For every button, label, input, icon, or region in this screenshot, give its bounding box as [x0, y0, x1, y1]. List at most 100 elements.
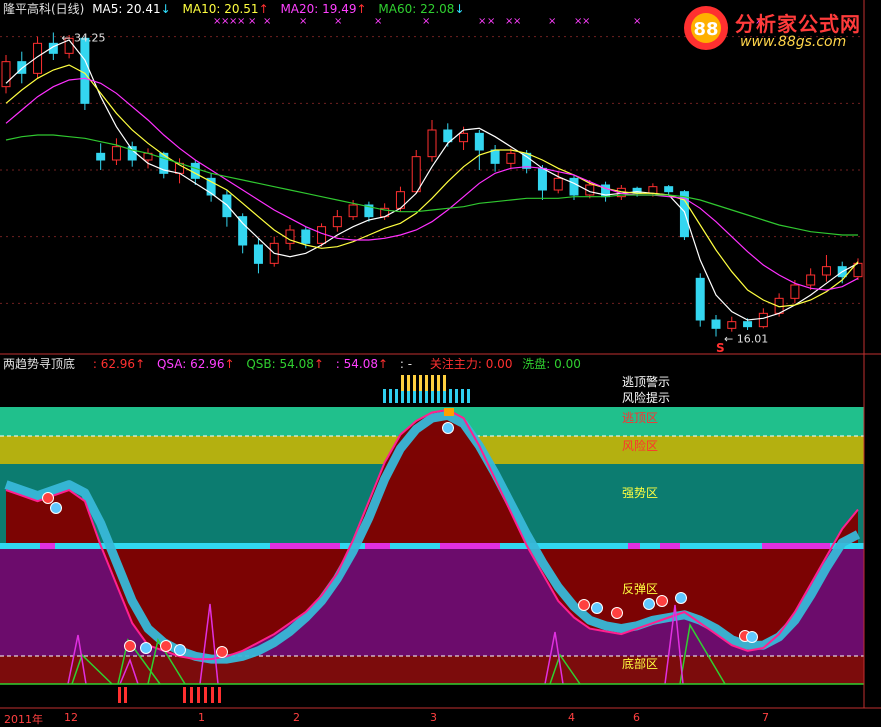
sell-ball	[124, 640, 136, 652]
ma-line-ma20	[5, 77, 859, 291]
ma10-arrow: ↑	[258, 2, 269, 16]
peak-flag-icon	[444, 408, 454, 416]
indicator-name: 两趋势寻顶底	[3, 357, 76, 371]
warning-bar-yellow	[401, 375, 404, 391]
wash-label: 洗盘: 0.00	[522, 357, 581, 371]
v4-arrow: ↑	[377, 357, 389, 371]
candle-down	[443, 129, 453, 143]
cross-mark: ×	[263, 16, 271, 27]
mid-bar-magenta-6	[762, 543, 830, 549]
v5-label: : -	[399, 357, 413, 371]
candle-down	[80, 37, 90, 104]
sell-ball	[42, 492, 54, 504]
buy-ball	[643, 598, 655, 610]
logo-url: www.88gs.com	[740, 34, 847, 50]
v4-label: : 54.08	[335, 357, 378, 371]
cross-mark: ×	[478, 16, 486, 27]
candle-down	[96, 152, 106, 161]
candle-down	[301, 229, 311, 244]
candle-up	[648, 186, 658, 194]
ma10-label: MA10: 20.51	[182, 2, 259, 16]
low-price-label: ← 16.01	[724, 333, 768, 346]
warning-bar-cyan	[413, 389, 416, 403]
sell-ball	[578, 599, 590, 611]
candle-down	[711, 319, 721, 329]
warning-bar-cyan	[419, 389, 422, 403]
x-label-jan: 1	[198, 711, 205, 724]
bottom-mark	[197, 687, 200, 703]
candle-down	[190, 162, 200, 179]
warning-bar-cyan	[431, 389, 434, 403]
bottom-mark	[190, 687, 193, 703]
warning-bar-cyan	[467, 389, 470, 403]
ma60-label: MA60: 22.08	[378, 2, 455, 16]
candle-up	[459, 132, 469, 143]
warning-bar-cyan	[407, 389, 410, 403]
buy-ball	[50, 502, 62, 514]
high-price-label: ← 34.25	[61, 32, 105, 45]
buy-ball	[442, 422, 454, 434]
qsb-arrow: ↑	[313, 357, 324, 371]
mid-bar-magenta-1	[270, 543, 340, 549]
candle-up	[348, 204, 358, 218]
warning-bar-cyan	[383, 389, 386, 403]
cross-mark: ×	[299, 16, 307, 27]
s-mark: S	[716, 341, 725, 355]
escape-top-warning-label: 逃顶警示	[622, 375, 671, 389]
mid-bar-magenta-2	[365, 543, 390, 549]
ma-line-ma10	[5, 64, 859, 308]
x-label-mar: 3	[430, 711, 437, 724]
candle-up	[427, 129, 437, 158]
candle-up	[727, 321, 737, 329]
candle-up	[821, 266, 831, 276]
warning-bar-yellow	[437, 375, 440, 391]
mid-bar-magenta-3	[440, 543, 500, 549]
mid-bar-magenta-5	[660, 543, 680, 549]
candle-up	[332, 216, 342, 228]
sell-ball	[160, 640, 172, 652]
ma5-label: MA5: 20.41	[92, 2, 161, 16]
price-grid	[0, 36, 864, 304]
ma20-label: MA20: 19.49	[280, 2, 357, 16]
bottom-mark	[204, 687, 207, 703]
x-label-year: 2011年	[4, 713, 43, 726]
candle-up	[111, 146, 121, 161]
sell-ball	[216, 646, 228, 658]
warning-bar-yellow	[443, 375, 446, 391]
mid-bar-magenta-4	[628, 543, 640, 549]
candle-up	[317, 226, 327, 244]
cross-mark: ×	[633, 16, 641, 27]
candle-up	[553, 177, 563, 191]
candle-up	[790, 284, 800, 299]
candles	[1, 32, 863, 337]
buy-ball	[140, 642, 152, 654]
bottom-mark	[218, 687, 221, 703]
escape-zone-label: 逃顶区	[622, 411, 659, 425]
warning-bar-yellow	[431, 375, 434, 391]
candle-up	[411, 156, 421, 193]
x-label-feb: 2	[293, 711, 300, 724]
logo-mark: 88	[693, 19, 718, 40]
cross-mark: ×	[582, 16, 590, 27]
cross-mark: ×	[487, 16, 495, 27]
risk-zone-label: 风险区	[622, 439, 659, 453]
x-label-jun: 6	[633, 711, 640, 724]
cross-mark: ×	[422, 16, 430, 27]
x-label-jul: 7	[762, 711, 769, 724]
candle-down	[569, 177, 579, 196]
candle-up	[806, 274, 816, 286]
strong-zone-label: 强势区	[622, 486, 659, 500]
rebound-zone-label: 反弹区	[622, 582, 659, 596]
risk-hint-label: 风险提示	[622, 391, 671, 405]
x-label-apr: 4	[568, 711, 575, 724]
candle-down	[537, 167, 547, 191]
buy-ball	[746, 631, 758, 643]
ma-line-ma5	[5, 39, 859, 321]
warning-bar-cyan	[389, 389, 392, 403]
sell-ball	[656, 595, 668, 607]
x-label-dec: 12	[64, 711, 78, 724]
ma5-arrow: ↓	[160, 2, 171, 16]
warning-bar-cyan	[401, 389, 404, 403]
warning-bar-cyan	[443, 389, 446, 403]
qsa-label: QSA: 62.96	[156, 357, 225, 371]
